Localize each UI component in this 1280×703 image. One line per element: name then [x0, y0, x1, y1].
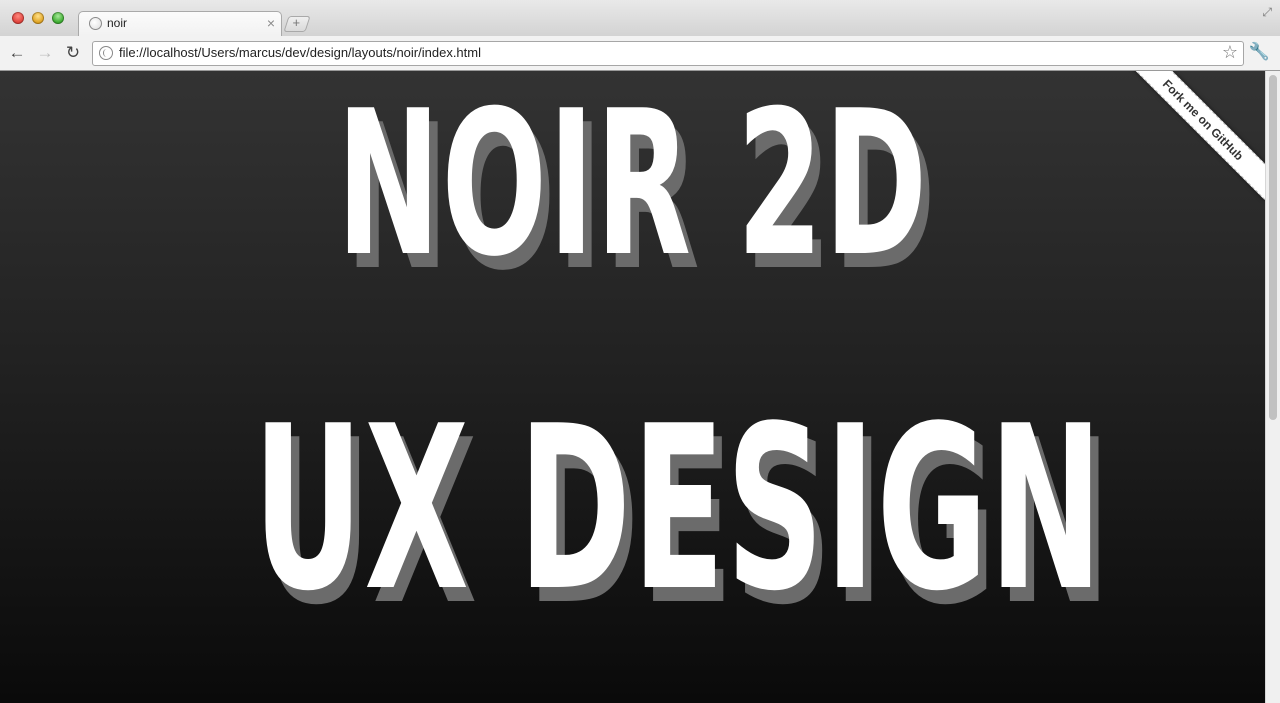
minimize-window-button[interactable]	[32, 12, 44, 24]
headline-noir-2d: NOIR 2D	[336, 71, 929, 301]
zoom-window-button[interactable]	[52, 12, 64, 24]
bookmark-star-icon[interactable]: ☆	[1222, 42, 1238, 63]
close-window-button[interactable]	[12, 12, 24, 24]
page-viewport: NOIR 2D UX DESIGN Fork me on GitHub	[0, 71, 1265, 703]
fullscreen-icon[interactable]: ⤢	[1262, 5, 1272, 20]
fork-ribbon-container: Fork me on GitHub	[1125, 71, 1265, 211]
browser-toolbar: ← → ↻ file://localhost/Users/marcus/dev/…	[0, 36, 1280, 71]
title-bar: noir × + ⤢	[0, 0, 1280, 36]
plus-icon: +	[292, 15, 301, 30]
back-button[interactable]: ←	[6, 42, 28, 64]
scrollbar-thumb[interactable]	[1269, 75, 1277, 420]
reload-button[interactable]: ↻	[62, 42, 84, 64]
address-url[interactable]: file://localhost/Users/marcus/dev/design…	[119, 45, 481, 60]
globe-icon	[99, 46, 113, 60]
browser-tab[interactable]: noir ×	[78, 11, 282, 36]
new-tab-button[interactable]: +	[283, 15, 311, 32]
browser-window: noir × + ⤢ ← → ↻ file://localhost/Users/…	[0, 0, 1280, 703]
headline-ux-design: UX DESIGN	[253, 378, 1104, 641]
wrench-menu-icon[interactable]: 🔧	[1249, 42, 1270, 62]
globe-icon	[89, 17, 102, 30]
fork-me-on-github-link[interactable]: Fork me on GitHub	[1125, 71, 1265, 200]
tab-close-icon[interactable]: ×	[267, 15, 275, 31]
forward-button[interactable]: →	[34, 42, 56, 64]
vertical-scrollbar[interactable]	[1265, 71, 1280, 703]
address-bar[interactable]: file://localhost/Users/marcus/dev/design…	[92, 41, 1244, 66]
tab-title: noir	[107, 16, 128, 30]
